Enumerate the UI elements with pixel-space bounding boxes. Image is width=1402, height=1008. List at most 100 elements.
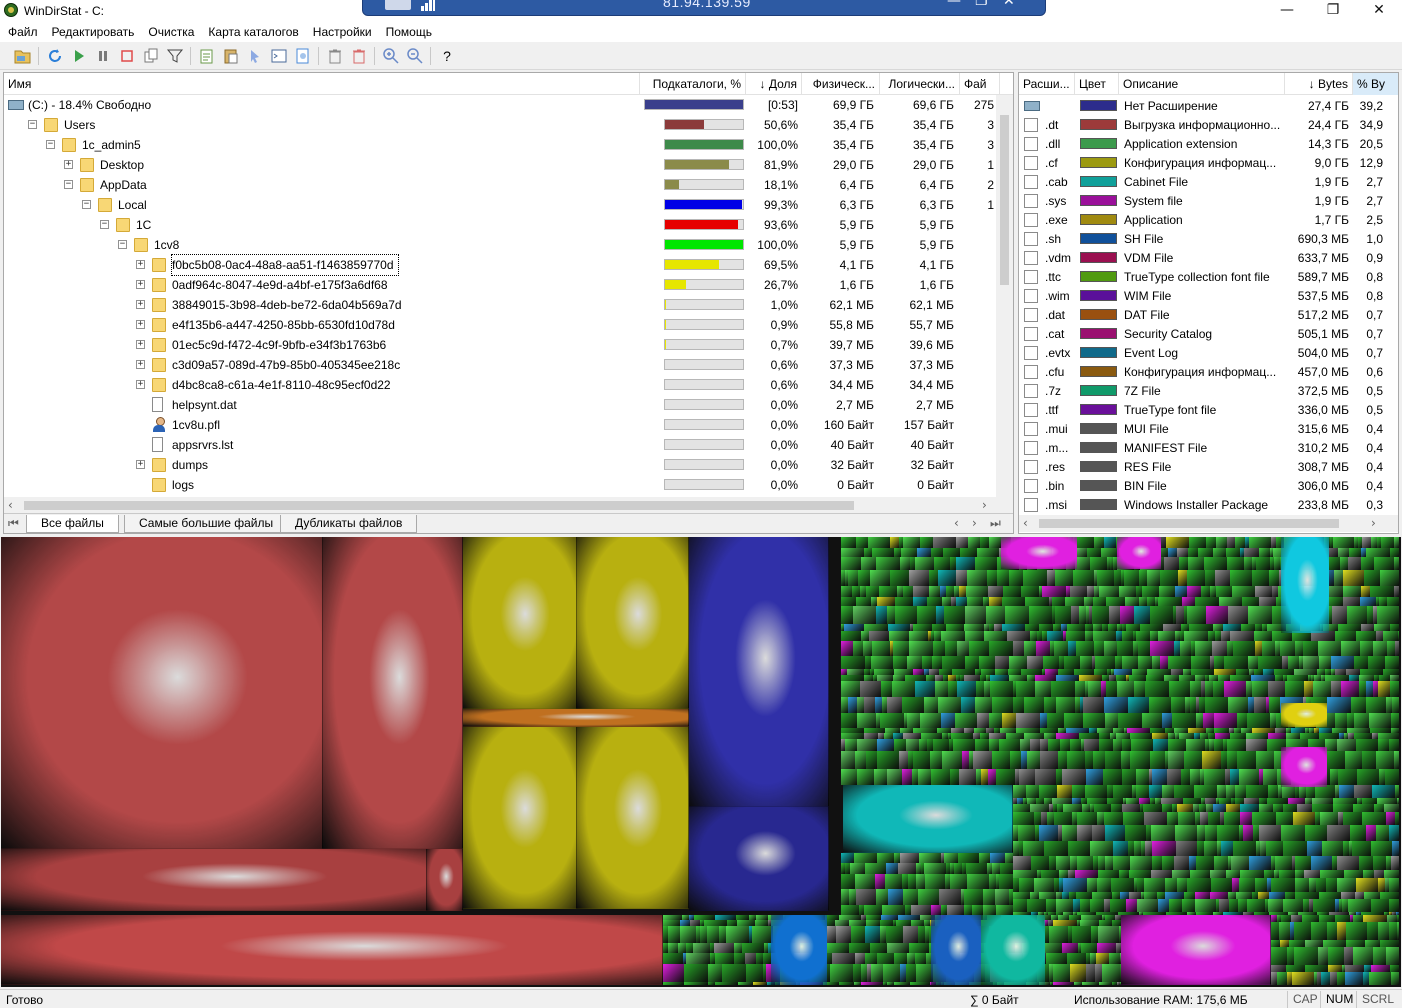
treemap-cell[interactable] [1162, 785, 1174, 798]
treemap-cell[interactable] [1237, 713, 1247, 728]
treemap-cell[interactable] [875, 874, 885, 889]
treemap-cell[interactable] [999, 739, 1020, 751]
treemap-cell[interactable] [1197, 841, 1204, 856]
treemap-cell[interactable] [887, 606, 895, 624]
treemap-cell[interactable] [841, 548, 864, 557]
treemap-cell[interactable] [1145, 681, 1169, 697]
treemap-cell[interactable] [1023, 570, 1047, 586]
extension-row[interactable]: .m... MANIFEST File 310,2 МБ 0,4 [1019, 438, 1398, 457]
treemap-cell[interactable] [903, 537, 920, 548]
collapse-icon[interactable]: − [28, 120, 37, 129]
treemap-cell[interactable] [1238, 899, 1247, 912]
treemap-cell[interactable] [849, 889, 856, 905]
treemap-cell[interactable] [1305, 940, 1323, 947]
treemap-cell[interactable] [1097, 878, 1111, 892]
tree-row[interactable]: − Users 50,6% 35,4 ГБ 35,4 ГБ 3 [4, 115, 1013, 135]
column-header-physical-size[interactable]: Физическ... [802, 73, 880, 95]
treemap-cell[interactable] [1117, 681, 1134, 697]
treemap-cell[interactable] [1213, 624, 1223, 631]
treemap-cell[interactable] [864, 905, 882, 915]
treemap-cell[interactable] [1258, 892, 1269, 899]
treemap-cell[interactable] [1208, 812, 1220, 825]
extension-row[interactable]: .ttf TrueType font file 336,0 МБ 0,5 [1019, 400, 1398, 419]
treemap-cell[interactable] [872, 641, 890, 656]
treemap-cell[interactable] [1194, 785, 1217, 798]
treemap-cell[interactable] [1374, 557, 1394, 570]
treemap-cell[interactable] [1319, 915, 1335, 922]
treemap-cell[interactable] [909, 641, 933, 656]
treemap-cell[interactable] [920, 537, 933, 548]
treemap-cell[interactable] [989, 641, 1013, 656]
treemap-cell[interactable] [1084, 597, 1093, 606]
treemap-block[interactable] [1, 849, 427, 911]
treemap-cell[interactable] [1302, 915, 1319, 922]
treemap-cell[interactable] [995, 656, 1009, 669]
treemap-cell[interactable] [1113, 785, 1132, 798]
tree-row[interactable]: +0adf964c-8047-4e9d-a4bf-e175f3a6df68 26,… [4, 275, 1013, 295]
extension-row[interactable]: .mui MUI File 315,6 МБ 0,4 [1019, 419, 1398, 438]
treemap-cell[interactable] [866, 751, 877, 769]
treemap-cell[interactable] [1030, 739, 1040, 751]
treemap-cell[interactable] [1376, 631, 1383, 641]
treemap-cell[interactable] [1186, 739, 1205, 751]
treemap-cell[interactable] [714, 943, 734, 953]
treemap-cell[interactable] [1363, 915, 1387, 922]
treemap-cell[interactable] [1323, 940, 1346, 947]
treemap-cell[interactable] [1203, 713, 1214, 728]
treemap-block[interactable] [689, 537, 829, 807]
treemap-cell[interactable] [1102, 964, 1120, 982]
expand-icon[interactable]: + [64, 160, 73, 169]
treemap-cell[interactable] [1374, 624, 1390, 631]
treemap-cell[interactable] [1345, 972, 1363, 985]
explorer-icon[interactable] [198, 47, 216, 65]
tab-prev-icon[interactable]: ‹ [954, 516, 959, 530]
treemap-cell[interactable] [1060, 739, 1070, 751]
treemap-cell[interactable] [893, 641, 909, 656]
treemap-cell[interactable] [1013, 804, 1030, 812]
treemap-cell[interactable] [684, 982, 708, 985]
treemap-cell[interactable] [1397, 915, 1399, 922]
treemap-cell[interactable] [1398, 631, 1399, 641]
treemap-cell[interactable] [1389, 899, 1399, 912]
treemap-cell[interactable] [1216, 537, 1227, 548]
treemap-cell[interactable] [1081, 943, 1097, 953]
treemap-cell[interactable] [1213, 912, 1223, 915]
treemap-cell[interactable] [1353, 915, 1363, 922]
treemap-cell[interactable] [1350, 825, 1366, 841]
extension-row[interactable]: .ttc TrueType collection font file 589,7 М… [1019, 267, 1398, 286]
treemap-cell[interactable] [1353, 804, 1374, 812]
treemap-cell[interactable] [1351, 697, 1366, 713]
treemap-cell[interactable] [1385, 656, 1399, 669]
treemap-cell[interactable] [988, 586, 1003, 597]
treemap-cell[interactable] [1331, 681, 1341, 697]
treemap-cell[interactable] [992, 751, 1010, 769]
treemap-cell[interactable] [707, 926, 719, 943]
treemap-cell[interactable] [855, 874, 875, 889]
treemap-cell[interactable] [1230, 769, 1239, 785]
treemap-cell[interactable] [1116, 943, 1121, 953]
treemap-cell[interactable] [1239, 769, 1259, 785]
treemap-cell[interactable] [1356, 739, 1378, 751]
treemap-cell[interactable] [1068, 641, 1076, 656]
treemap-cell[interactable] [841, 905, 859, 915]
treemap-cell[interactable] [875, 697, 882, 713]
treemap-cell[interactable] [917, 548, 931, 557]
treemap-cell[interactable] [1228, 606, 1248, 624]
treemap-cell[interactable] [1090, 899, 1104, 912]
treemap-cell[interactable] [1044, 697, 1056, 713]
treemap-cell[interactable] [1271, 878, 1295, 892]
treemap-cell[interactable] [1093, 631, 1116, 641]
menu-treemap[interactable]: Карта каталогов [201, 22, 305, 42]
stop-icon[interactable] [118, 47, 136, 65]
extension-row[interactable]: .evtx Event Log 504,0 МБ 0,7 [1019, 343, 1398, 362]
treemap-cell[interactable] [1227, 537, 1235, 548]
treemap-cell[interactable] [1134, 841, 1141, 856]
treemap-cell[interactable] [1013, 870, 1037, 878]
treemap-cell[interactable] [848, 570, 858, 586]
treemap-cell[interactable] [1285, 892, 1295, 899]
extension-row[interactable]: .res RES File 308,7 МБ 0,4 [1019, 457, 1398, 476]
treemap-cell[interactable] [708, 964, 722, 982]
treemap-cell[interactable] [1211, 878, 1232, 892]
treemap-cell[interactable] [1201, 586, 1210, 597]
treemap-cell[interactable] [1263, 769, 1277, 785]
